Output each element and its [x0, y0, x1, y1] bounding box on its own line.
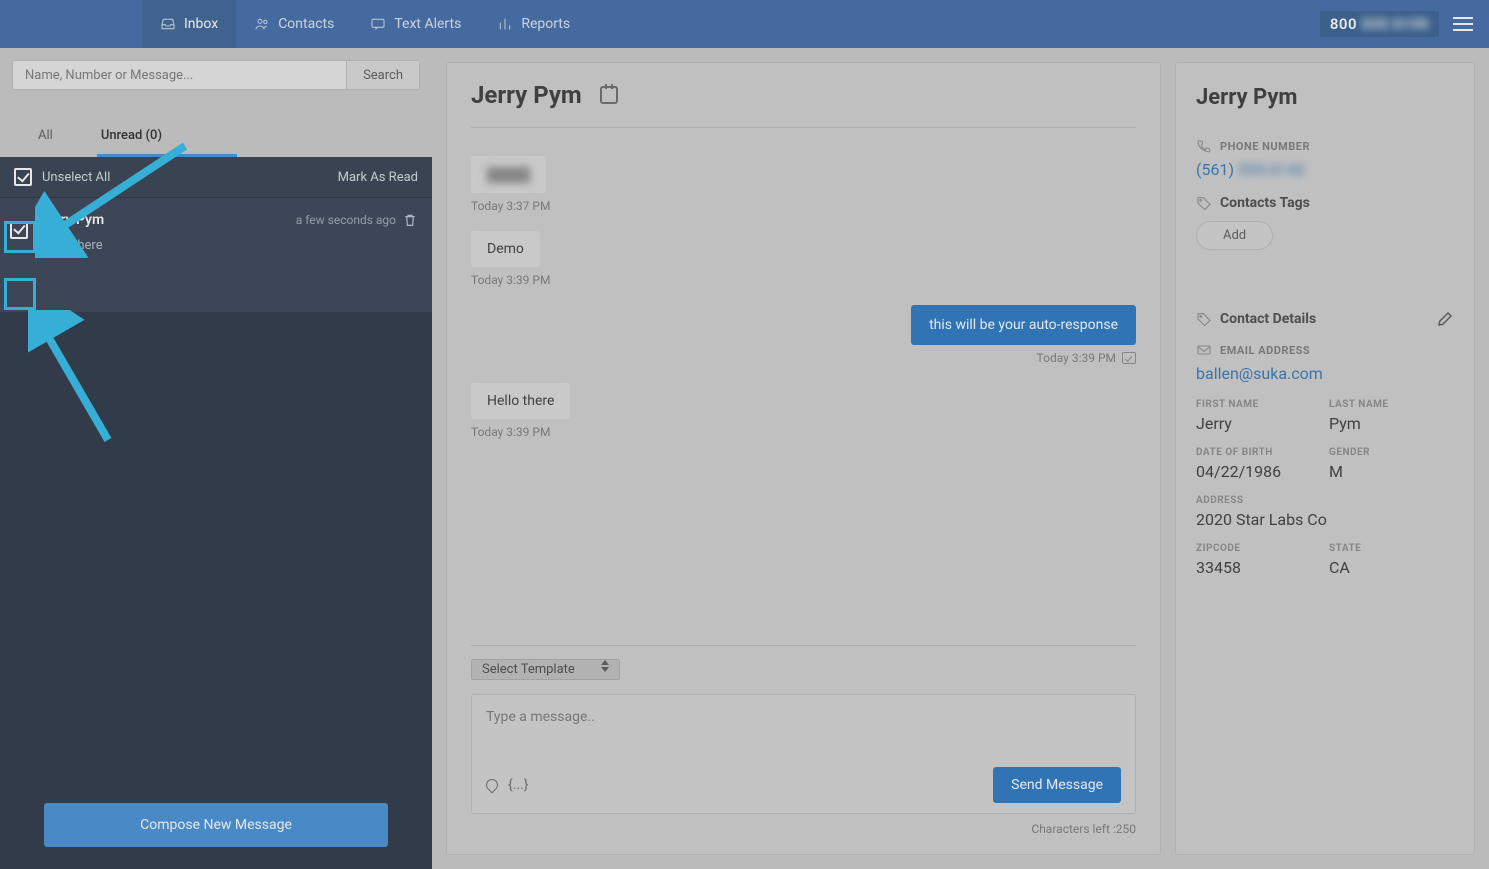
select-all-checkbox[interactable]	[14, 168, 32, 186]
thread-item[interactable]: Jerry Pym a few seconds ago Hello there	[0, 197, 432, 312]
nav-reports-label: Reports	[521, 16, 570, 32]
calendar-icon[interactable]	[600, 86, 618, 104]
phone-prefix: 800	[1330, 15, 1357, 33]
message-time: Today 3:39 PM	[1037, 351, 1136, 365]
chevron-updown-icon	[601, 667, 609, 672]
filter-tabs: All Unread (0)	[0, 102, 432, 157]
nav-contacts-label: Contacts	[278, 16, 334, 32]
nav-inbox-label: Inbox	[184, 16, 218, 32]
message-bubble: Hello there	[471, 383, 570, 419]
tags-row: Contacts Tags	[1196, 195, 1454, 211]
account-phone[interactable]: 800 555 0199	[1320, 11, 1439, 37]
nav-inbox[interactable]: Inbox	[142, 0, 236, 48]
send-button[interactable]: Send Message	[993, 767, 1121, 803]
trash-icon[interactable]	[402, 212, 418, 228]
phone-link[interactable]: (561) 555-0142	[1196, 160, 1454, 179]
alerts-icon	[370, 16, 386, 32]
dob-value: 04/22/1986	[1196, 462, 1321, 481]
first-name-value: Jerry	[1196, 414, 1321, 433]
dob-label: DATE OF BIRTH	[1196, 447, 1321, 458]
address-value: 2020 Star Labs Co	[1196, 510, 1454, 529]
details-name: Jerry Pym	[1196, 85, 1454, 110]
thread-time: a few seconds ago	[296, 212, 418, 228]
nav-right: 800 555 0199	[1320, 10, 1477, 38]
contact-details-row: Contact Details	[1196, 310, 1454, 328]
nav-items: Inbox Contacts Text Alerts Reports	[142, 0, 588, 48]
message-bubble-out: this will be your auto-response	[911, 305, 1136, 345]
phone-icon	[1196, 138, 1212, 154]
message-input-wrap: {...} Send Message	[471, 694, 1136, 814]
filter-underline	[97, 154, 237, 157]
gender-label: GENDER	[1329, 447, 1454, 458]
nav-alerts-label: Text Alerts	[394, 16, 461, 32]
thread-name: Jerry Pym	[40, 212, 104, 228]
message-bubble: ██ ██	[471, 156, 546, 193]
email-label: EMAIL ADDRESS	[1220, 344, 1310, 357]
inbox-icon	[160, 16, 176, 32]
phone-label: PHONE NUMBER	[1220, 140, 1310, 153]
filter-unread[interactable]: Unread (0)	[77, 114, 186, 157]
nav-contacts[interactable]: Contacts	[236, 0, 352, 48]
message-input[interactable]	[486, 709, 1121, 755]
select-bar: Unselect All Mark As Read	[0, 157, 432, 197]
conversation-title: Jerry Pym	[471, 81, 582, 109]
reports-icon	[497, 16, 513, 32]
filter-all[interactable]: All	[0, 114, 77, 157]
menu-icon[interactable]	[1449, 10, 1477, 38]
nav-reports[interactable]: Reports	[479, 0, 588, 48]
state-value: CA	[1329, 558, 1454, 577]
tag-icon	[1196, 195, 1212, 211]
thread-snippet: Hello there	[40, 238, 418, 253]
search-button[interactable]: Search	[347, 60, 420, 90]
thread-checkbox[interactable]	[10, 221, 28, 239]
nav-alerts[interactable]: Text Alerts	[352, 0, 479, 48]
template-select[interactable]: Select Template	[471, 659, 620, 680]
tags-label: Contacts Tags	[1220, 195, 1310, 211]
phone-label-row: PHONE NUMBER	[1196, 138, 1454, 154]
unselect-all-label[interactable]: Unselect All	[42, 170, 110, 185]
delivered-icon	[1122, 352, 1136, 364]
message-list: ██ ██ Today 3:37 PM Demo Today 3:39 PM t…	[471, 136, 1136, 645]
add-tag-button[interactable]: Add	[1196, 221, 1273, 250]
contact-details-panel: Jerry Pym PHONE NUMBER (561) 555-0142 Co…	[1175, 62, 1475, 855]
message-bubble: Demo	[471, 231, 540, 267]
address-label: ADDRESS	[1196, 495, 1454, 506]
thread-time-text: a few seconds ago	[296, 213, 396, 227]
first-name-label: FIRST NAME	[1196, 399, 1321, 410]
conversation-panel: Jerry Pym ██ ██ Today 3:37 PM Demo Today…	[432, 48, 1175, 869]
phone-rest: 555 0199	[1357, 15, 1429, 33]
mark-as-read[interactable]: Mark As Read	[338, 170, 418, 185]
message-time: Today 3:37 PM	[471, 199, 550, 213]
top-nav: Inbox Contacts Text Alerts Reports 800 5…	[0, 0, 1489, 48]
edit-icon[interactable]	[1436, 310, 1454, 328]
last-name-value: Pym	[1329, 414, 1454, 433]
sidebar: Search All Unread (0) Unselect All Mark …	[0, 48, 432, 869]
message-time: Today 3:39 PM	[471, 273, 550, 287]
tag-icon	[1196, 311, 1212, 327]
email-label-row: EMAIL ADDRESS	[1196, 342, 1454, 358]
merge-tags-icon[interactable]: {...}	[508, 777, 529, 793]
contact-details-label: Contact Details	[1220, 311, 1316, 327]
annotation-arrow-2	[28, 310, 128, 450]
last-name-label: LAST NAME	[1329, 399, 1454, 410]
search-row: Search	[0, 48, 432, 102]
mail-icon	[1196, 342, 1212, 358]
zip-value: 33458	[1196, 558, 1321, 577]
search-input[interactable]	[12, 60, 347, 90]
location-icon[interactable]	[484, 777, 501, 794]
gender-value: M	[1329, 462, 1454, 481]
state-label: STATE	[1329, 543, 1454, 554]
compose-button[interactable]: Compose New Message	[44, 803, 388, 847]
zip-label: ZIPCODE	[1196, 543, 1321, 554]
char-counter: Characters left :250	[471, 822, 1136, 836]
composer: Select Template {...} Send Message Chara…	[471, 645, 1136, 836]
contacts-icon	[254, 16, 270, 32]
email-link[interactable]: ballen@suka.com	[1196, 364, 1454, 383]
template-label: Select Template	[482, 662, 575, 677]
message-time: Today 3:39 PM	[471, 425, 550, 439]
